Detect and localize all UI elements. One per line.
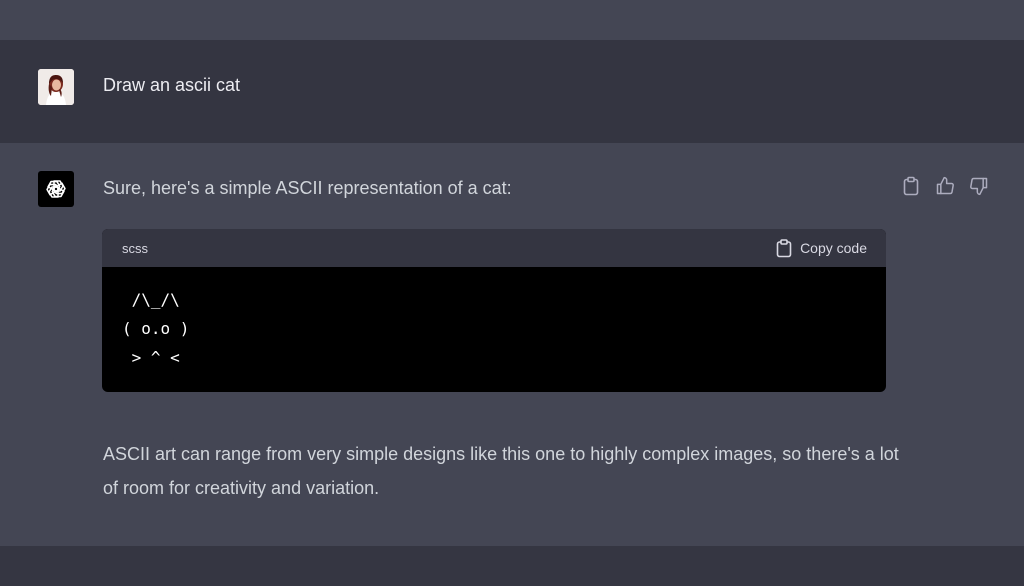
code-block: scss Copy code /\_/\ ( o.o ) > ^ < — [102, 229, 886, 392]
message-actions — [900, 174, 990, 198]
top-band — [0, 0, 1024, 40]
openai-logo-icon — [38, 171, 74, 207]
chat-page: Draw an ascii cat Sure, here's a simple … — [0, 0, 1024, 586]
user-avatar — [38, 69, 74, 105]
clipboard-icon — [903, 176, 919, 196]
copy-message-button[interactable] — [900, 174, 922, 198]
thumbs-up-button[interactable] — [934, 174, 956, 198]
code-language-label: scss — [122, 240, 148, 256]
assistant-outro-text: ASCII art can range from very simple des… — [103, 444, 899, 498]
thumbs-down-icon — [970, 177, 988, 196]
code-content: /\_/\ ( o.o ) > ^ < — [122, 290, 190, 367]
assistant-message-row: Sure, here's a simple ASCII representati… — [0, 143, 1024, 546]
assistant-intro-text: Sure, here's a simple ASCII representati… — [103, 178, 512, 198]
thumbs-down-button[interactable] — [968, 174, 990, 198]
code-block-header: scss Copy code — [102, 229, 886, 267]
user-message-row: Draw an ascii cat — [0, 40, 1024, 143]
clipboard-icon — [776, 238, 792, 257]
thumbs-up-icon — [936, 176, 954, 195]
bottom-band — [0, 546, 1024, 586]
copy-code-button[interactable]: Copy code — [776, 238, 867, 258]
copy-code-label: Copy code — [800, 240, 867, 256]
user-message-text: Draw an ascii cat — [103, 75, 241, 95]
